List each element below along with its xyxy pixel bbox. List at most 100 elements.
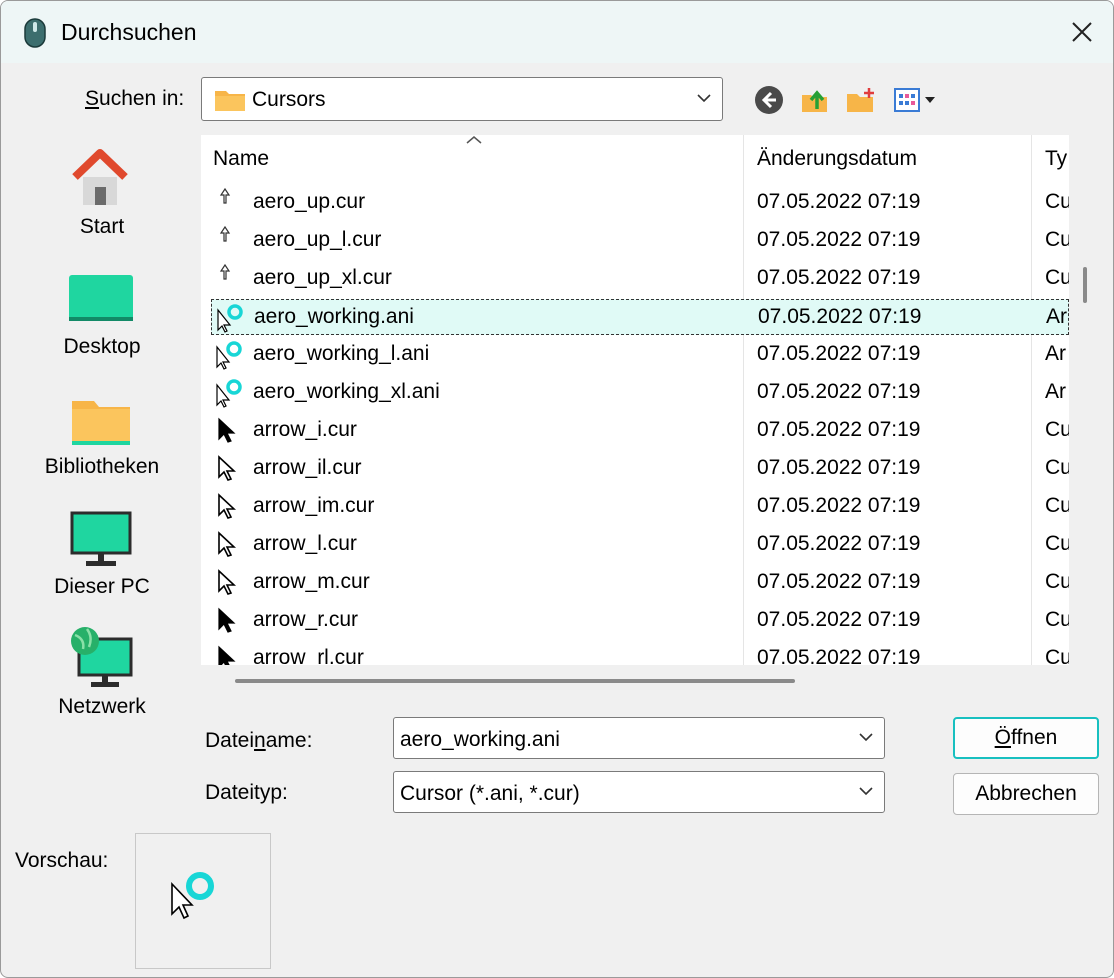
file-type: Cu <box>1045 494 1069 517</box>
file-row[interactable]: arrow_rl.cur 07.05.2022 07:19 Cu <box>211 641 1069 665</box>
filename-label: Dateiname: <box>205 729 313 752</box>
working-cursor-icon <box>216 302 248 334</box>
file-date: 07.05.2022 07:19 <box>758 305 922 328</box>
file-type: Cu <box>1045 266 1069 289</box>
cancel-button[interactable]: Abbrechen <box>953 773 1099 815</box>
place-this-pc[interactable]: Dieser PC <box>15 505 189 615</box>
filename-input[interactable]: aero_working.ani <box>400 728 560 752</box>
chevron-down-icon <box>697 94 711 103</box>
working-cursor-icon <box>171 872 214 920</box>
file-date: 07.05.2022 07:19 <box>757 532 921 555</box>
file-row[interactable]: arrow_im.cur 07.05.2022 07:19 Cu <box>211 489 1069 525</box>
place-label: Dieser PC <box>54 575 150 598</box>
horizontal-scrollbar[interactable] <box>235 679 795 683</box>
arrow-cursor-icon <box>215 605 247 637</box>
column-header-date[interactable]: Änderungsdatum <box>757 147 917 171</box>
file-row[interactable]: aero_up_l.cur 07.05.2022 07:19 Cu <box>211 223 1069 259</box>
vertical-scrollbar[interactable] <box>1083 267 1087 303</box>
folder-icon <box>215 91 245 111</box>
title-bar[interactable]: Durchsuchen <box>1 1 1113 63</box>
place-libraries[interactable]: Bibliotheken <box>15 385 189 495</box>
arrow-cursor-icon <box>215 529 247 561</box>
file-type: Cu <box>1045 190 1069 213</box>
file-type: Ar <box>1045 380 1066 403</box>
file-date: 07.05.2022 07:19 <box>757 418 921 441</box>
filetype-value: Cursor (*.ani, *.cur) <box>400 782 580 805</box>
file-row[interactable]: aero_working_l.ani 07.05.2022 07:19 Ar <box>211 337 1069 373</box>
file-name: arrow_l.cur <box>253 532 357 555</box>
file-type: Cu <box>1045 418 1069 441</box>
new-folder-button[interactable] <box>843 83 879 117</box>
file-list[interactable]: Name Änderungsdatum Ty aero_up.cur 07.05.… <box>201 135 1069 665</box>
file-name: arrow_m.cur <box>253 570 370 593</box>
arrow-cursor-icon <box>215 643 247 665</box>
desktop-icon <box>69 275 133 321</box>
place-start[interactable]: Start <box>15 145 189 255</box>
file-date: 07.05.2022 07:19 <box>757 570 921 593</box>
file-date: 07.05.2022 07:19 <box>757 380 921 403</box>
chevron-down-icon[interactable] <box>858 731 874 743</box>
preview-label: Vorschau: <box>15 849 109 872</box>
file-name: arrow_il.cur <box>253 456 362 479</box>
file-date: 07.05.2022 07:19 <box>757 608 921 631</box>
file-name: arrow_rl.cur <box>253 646 364 665</box>
look-in-label: Suchen in: <box>85 87 185 110</box>
up-folder-button[interactable] <box>797 83 833 117</box>
look-in-combo[interactable]: Cursors <box>201 77 723 121</box>
file-row[interactable]: aero_up_xl.cur 07.05.2022 07:19 Cu <box>211 261 1069 297</box>
file-open-dialog: Durchsuchen Suchen in: Cursors Start Des… <box>0 0 1114 978</box>
look-in-value: Cursors <box>252 88 326 111</box>
file-name: aero_working_l.ani <box>253 342 430 365</box>
home-icon <box>72 149 128 205</box>
file-date: 07.05.2022 07:19 <box>757 646 921 665</box>
file-name: aero_up_xl.cur <box>253 266 392 289</box>
open-button[interactable]: Öffnen <box>953 717 1099 759</box>
file-name: aero_up_l.cur <box>253 228 382 251</box>
column-header-name[interactable]: Name <box>213 147 269 171</box>
file-name: aero_working.ani <box>254 305 414 328</box>
file-row[interactable]: aero_up.cur 07.05.2022 07:19 Cu <box>211 185 1069 221</box>
computer-icon <box>70 511 132 566</box>
network-icon <box>71 627 133 687</box>
place-label: Start <box>79 215 125 238</box>
view-menu-button[interactable] <box>889 83 943 117</box>
place-label: Desktop <box>63 335 141 358</box>
file-name: arrow_im.cur <box>253 494 375 517</box>
file-row[interactable]: arrow_il.cur 07.05.2022 07:19 Cu <box>211 451 1069 487</box>
mouse-icon <box>24 18 46 48</box>
place-desktop[interactable]: Desktop <box>15 265 189 375</box>
filetype-label: Dateityp: <box>205 781 288 804</box>
libraries-icon <box>72 401 130 445</box>
up-arrow-cursor-icon <box>215 187 247 219</box>
back-arrow-icon <box>755 86 783 114</box>
file-name: arrow_i.cur <box>253 418 357 441</box>
file-row[interactable]: aero_working.ani 07.05.2022 07:19 Ar <box>211 299 1069 335</box>
folder-up-icon <box>802 90 827 112</box>
column-header-type[interactable]: Ty <box>1045 147 1067 171</box>
arrow-cursor-icon <box>215 415 247 447</box>
filetype-combo[interactable]: Cursor (*.ani, *.cur) <box>393 771 885 813</box>
file-name: aero_working_xl.ani <box>253 380 440 403</box>
back-button[interactable] <box>751 83 787 117</box>
up-arrow-cursor-icon <box>215 263 247 295</box>
working-cursor-icon <box>215 377 247 409</box>
file-name: aero_up.cur <box>253 190 366 213</box>
file-row[interactable]: arrow_r.cur 07.05.2022 07:19 Cu <box>211 603 1069 639</box>
filename-combo[interactable]: aero_working.ani <box>393 717 885 759</box>
file-name: arrow_r.cur <box>253 608 359 631</box>
close-icon <box>1072 22 1092 42</box>
file-row[interactable]: arrow_l.cur 07.05.2022 07:19 Cu <box>211 527 1069 563</box>
close-button[interactable] <box>1051 1 1113 63</box>
file-row[interactable]: arrow_m.cur 07.05.2022 07:19 Cu <box>211 565 1069 601</box>
file-row[interactable]: arrow_i.cur 07.05.2022 07:19 Cu <box>211 413 1069 449</box>
place-network[interactable]: Netzwerk <box>15 625 189 735</box>
file-type: Cu <box>1045 570 1069 593</box>
new-folder-icon <box>847 88 874 112</box>
file-type: Cu <box>1045 456 1069 479</box>
place-label: Netzwerk <box>58 695 146 718</box>
arrow-cursor-icon <box>215 453 247 485</box>
up-arrow-cursor-icon <box>215 225 247 257</box>
file-type: Cu <box>1045 608 1069 631</box>
file-type: Cu <box>1045 228 1069 251</box>
file-row[interactable]: aero_working_xl.ani 07.05.2022 07:19 Ar <box>211 375 1069 411</box>
